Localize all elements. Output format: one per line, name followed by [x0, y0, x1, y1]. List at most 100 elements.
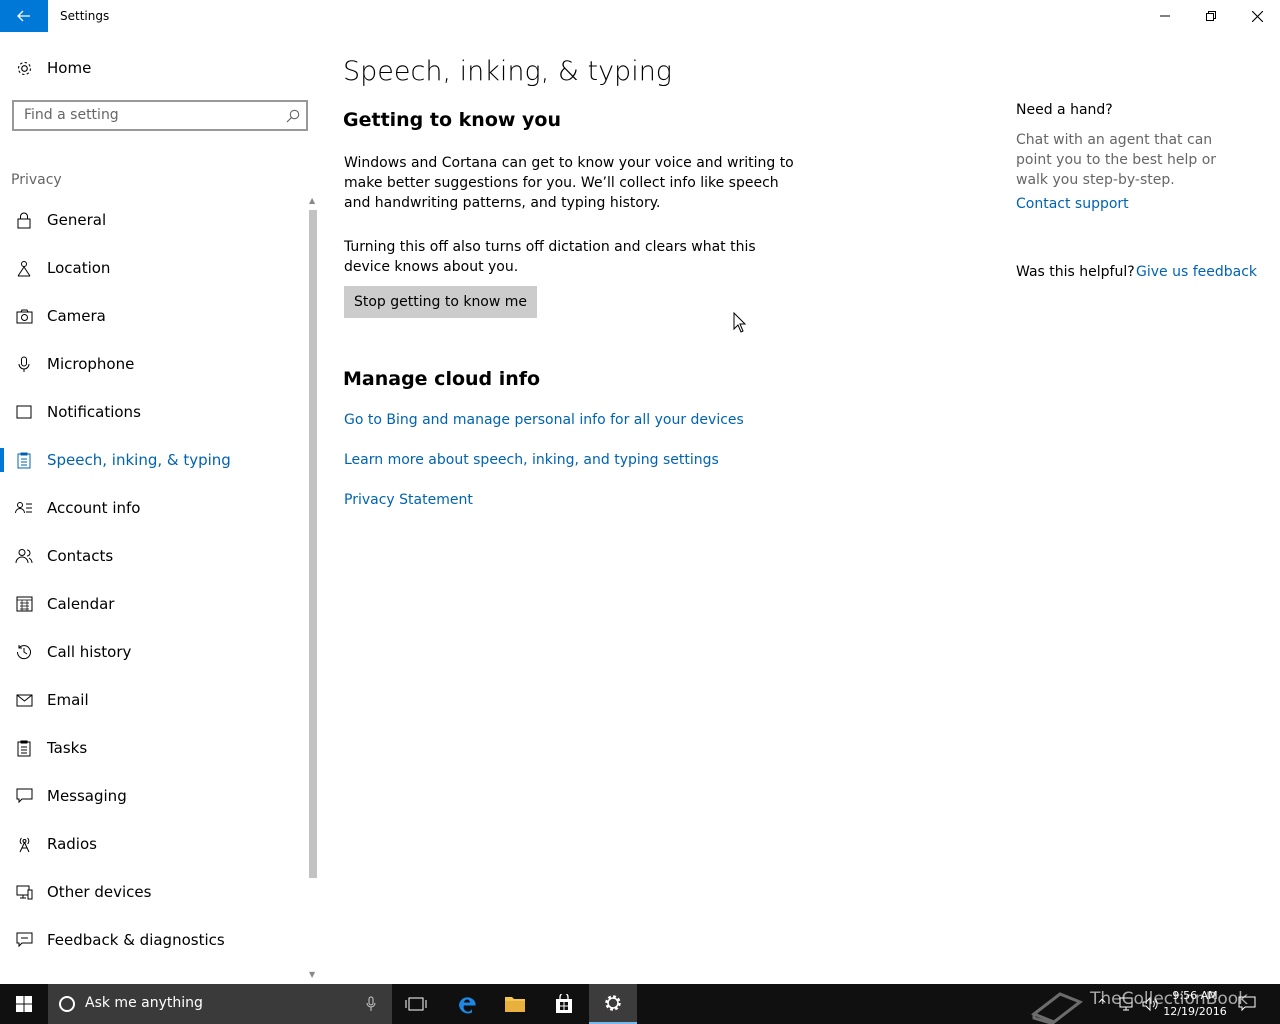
- sidebar-item-tasks[interactable]: Tasks: [0, 724, 306, 772]
- back-arrow-icon: [17, 10, 30, 22]
- file-explorer-button[interactable]: [491, 984, 539, 1024]
- show-hidden-icons-chevron-icon[interactable]: ^: [1094, 984, 1110, 1024]
- stop-getting-to-know-me-button[interactable]: Stop getting to know me: [344, 286, 537, 318]
- sidebar-item-label: Other devices: [47, 883, 152, 901]
- contacts-icon: [15, 547, 33, 565]
- sidebar-item-home[interactable]: Home: [0, 54, 320, 82]
- sidebar-item-location[interactable]: Location: [0, 244, 306, 292]
- helpful-question: Was this helpful?: [1016, 264, 1135, 280]
- network-icon[interactable]: [1118, 996, 1134, 1012]
- microphone-icon[interactable]: [366, 996, 376, 1012]
- sidebar: Home Find a setting Privacy General Loca: [0, 32, 320, 984]
- tasks-icon: [15, 739, 33, 757]
- microphone-icon: [15, 355, 33, 373]
- back-button[interactable]: [0, 0, 48, 32]
- action-center-icon[interactable]: [1238, 996, 1256, 1012]
- task-view-button[interactable]: [392, 984, 440, 1024]
- close-icon: [1251, 10, 1263, 22]
- cortana-search-box[interactable]: Ask me anything: [48, 984, 392, 1024]
- notifications-icon: [15, 403, 33, 421]
- sidebar-scrollbar[interactable]: ▲ ▼: [306, 196, 320, 984]
- sidebar-item-label: Radios: [47, 835, 97, 853]
- gear-icon: [15, 59, 33, 77]
- help-heading: Need a hand?: [1016, 102, 1113, 118]
- sidebar-item-label: Feedback & diagnostics: [47, 931, 225, 949]
- page-title: Speech, inking, & typing: [343, 56, 673, 87]
- settings-window: Settings Home Find a setting Privacy Gen…: [0, 0, 1280, 984]
- bing-manage-link[interactable]: Go to Bing and manage personal info for …: [344, 412, 744, 428]
- cortana-circle-icon: [59, 996, 75, 1012]
- settings-taskbar-button[interactable]: [589, 984, 637, 1024]
- sidebar-item-label: Calendar: [47, 595, 115, 613]
- radio-icon: [15, 835, 33, 853]
- scroll-down-icon[interactable]: ▼: [309, 970, 315, 979]
- sidebar-item-call-history[interactable]: Call history: [0, 628, 306, 676]
- search-input[interactable]: Find a setting: [12, 100, 308, 131]
- home-label: Home: [47, 59, 92, 77]
- account-info-icon: [15, 499, 33, 517]
- clock-date: 12/19/2016: [1163, 1005, 1227, 1018]
- lock-icon: [15, 211, 33, 229]
- start-button[interactable]: [0, 984, 48, 1024]
- email-icon: [15, 691, 33, 709]
- sidebar-item-label: Location: [47, 259, 111, 277]
- gear-icon: [605, 995, 621, 1011]
- scrollbar-thumb[interactable]: [309, 210, 317, 878]
- minimize-icon: [1160, 15, 1170, 17]
- sidebar-item-label: Tasks: [47, 739, 88, 757]
- restore-button[interactable]: [1188, 0, 1234, 32]
- search-placeholder: Find a setting: [24, 107, 119, 123]
- sidebar-item-notifications[interactable]: Notifications: [0, 388, 306, 436]
- close-button[interactable]: [1234, 0, 1280, 32]
- calendar-icon: [15, 595, 33, 613]
- sidebar-item-contacts[interactable]: Contacts: [0, 532, 306, 580]
- sidebar-item-label: Email: [47, 691, 89, 709]
- sidebar-item-label: Camera: [47, 307, 106, 325]
- sidebar-item-camera[interactable]: Camera: [0, 292, 306, 340]
- folder-icon: [505, 997, 525, 1012]
- sidebar-item-microphone[interactable]: Microphone: [0, 340, 306, 388]
- warning-paragraph: Turning this off also turns off dictatio…: [344, 239, 756, 275]
- sidebar-item-radios[interactable]: Radios: [0, 820, 306, 868]
- sidebar-item-email[interactable]: Email: [0, 676, 306, 724]
- edge-button[interactable]: [443, 984, 491, 1024]
- sidebar-item-account-info[interactable]: Account info: [0, 484, 306, 532]
- section-heading-getting-to-know-you: Getting to know you: [343, 109, 561, 131]
- help-text: Chat with an agent that can point you to…: [1016, 132, 1217, 188]
- privacy-statement-link[interactable]: Privacy Statement: [344, 492, 473, 508]
- give-feedback-link[interactable]: Give us feedback: [1136, 264, 1257, 280]
- location-icon: [15, 259, 33, 277]
- sidebar-item-general[interactable]: General: [0, 196, 306, 244]
- store-button[interactable]: [540, 984, 588, 1024]
- scroll-up-icon[interactable]: ▲: [309, 196, 315, 205]
- sidebar-item-label: Microphone: [47, 355, 135, 373]
- cortana-placeholder: Ask me anything: [85, 995, 203, 1011]
- edge-icon: [459, 997, 476, 1014]
- history-icon: [15, 643, 33, 661]
- book-watermark-icon: [1030, 992, 1084, 1024]
- sidebar-item-other-devices[interactable]: Other devices: [0, 868, 306, 916]
- volume-icon[interactable]: [1142, 996, 1160, 1012]
- description-paragraph: Windows and Cortana can get to know your…: [344, 155, 794, 211]
- mouse-cursor-icon: [733, 312, 747, 333]
- speech-icon: [15, 451, 33, 469]
- sidebar-item-feedback-diagnostics[interactable]: Feedback & diagnostics: [0, 916, 306, 964]
- feedback-icon: [15, 931, 33, 949]
- learn-more-link[interactable]: Learn more about speech, inking, and typ…: [344, 452, 719, 468]
- devices-icon: [15, 883, 33, 901]
- taskbar: Ask me anything TheCollectionBook ^ 9:56…: [0, 984, 1280, 1024]
- window-title: Settings: [60, 9, 110, 23]
- sidebar-item-label: General: [47, 211, 107, 229]
- system-clock[interactable]: 9:56 AM 12/19/2016: [1160, 988, 1230, 1020]
- minimize-button[interactable]: [1142, 0, 1188, 32]
- search-icon[interactable]: [286, 109, 300, 123]
- section-label: Privacy: [11, 172, 62, 188]
- sidebar-item-calendar[interactable]: Calendar: [0, 580, 306, 628]
- privacy-nav-list: General Location Camera Microphone Notif…: [0, 196, 306, 964]
- contact-support-link[interactable]: Contact support: [1016, 196, 1129, 212]
- sidebar-item-label: Notifications: [47, 403, 141, 421]
- sidebar-item-messaging[interactable]: Messaging: [0, 772, 306, 820]
- sidebar-item-speech-inking-typing[interactable]: Speech, inking, & typing: [0, 436, 306, 484]
- windows-logo-icon: [16, 996, 32, 1012]
- camera-icon: [15, 307, 33, 325]
